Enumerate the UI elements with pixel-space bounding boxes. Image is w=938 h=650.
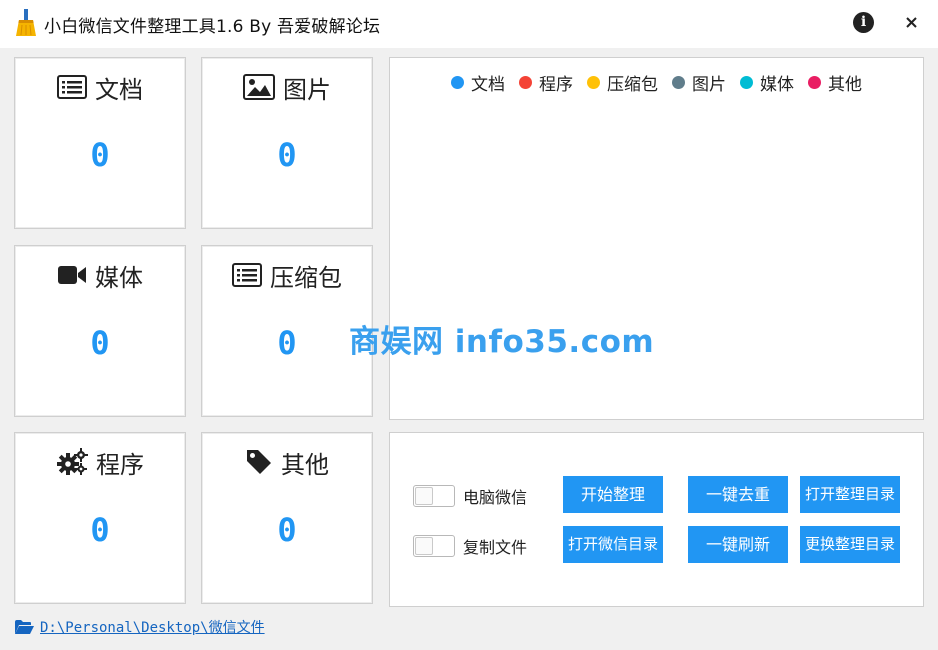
document-list-icon (57, 75, 87, 99)
legend-label: 图片 (692, 75, 726, 95)
legend-item[interactable]: 其他 (808, 70, 862, 95)
info-icon[interactable]: i (853, 12, 874, 33)
card-count: 0 (277, 136, 297, 174)
chart-legend: 文档 程序 压缩包 图片 媒体 其他 (390, 70, 923, 95)
legend-dot (808, 76, 821, 89)
legend-item[interactable]: 图片 (672, 70, 726, 95)
card-archives[interactable]: 压缩包 0 (201, 245, 373, 417)
archive-list-icon (232, 263, 262, 287)
refresh-button[interactable]: 一键刷新 (688, 526, 788, 563)
legend-dot (519, 76, 532, 89)
legend-dot (740, 76, 753, 89)
close-icon[interactable] (904, 15, 919, 30)
watermark-text: 商娱网 info35.com (349, 324, 655, 360)
card-documents[interactable]: 文档 0 (14, 57, 186, 229)
card-label: 程序 (96, 450, 144, 479)
legend-label: 文档 (471, 75, 505, 95)
card-count: 0 (90, 511, 110, 549)
footer: D:\Personal\Desktop\微信文件 (14, 617, 265, 637)
folder-path-link[interactable]: D:\Personal\Desktop\微信文件 (40, 617, 265, 637)
card-label: 文档 (95, 75, 143, 104)
legend-label: 程序 (539, 75, 573, 95)
legend-dot (672, 76, 685, 89)
legend-label: 其他 (828, 75, 862, 95)
pie-chart-panel: 文档 程序 压缩包 图片 媒体 其他 (389, 57, 924, 420)
card-count: 0 (277, 324, 297, 362)
legend-item[interactable]: 文档 (451, 70, 505, 95)
open-wechat-folder-button[interactable]: 打开微信目录 (563, 526, 663, 563)
option-pc-wechat[interactable]: 电脑微信 (413, 484, 527, 508)
title-bar: 小白微信文件整理工具1.6 By 吾爱破解论坛 i (0, 0, 938, 48)
card-programs[interactable]: 程序 0 (14, 432, 186, 604)
tag-icon (247, 450, 271, 474)
card-label: 其他 (281, 450, 329, 479)
start-organize-button[interactable]: 开始整理 (563, 476, 663, 513)
toggle-label: 电脑微信 (463, 488, 528, 507)
legend-item[interactable]: 程序 (519, 70, 573, 95)
broom-app-icon (16, 9, 36, 36)
card-others[interactable]: 其他 0 (201, 432, 373, 604)
toggle-label: 复制文件 (463, 538, 528, 557)
card-count: 0 (90, 136, 110, 174)
legend-item[interactable]: 媒体 (740, 70, 794, 95)
card-label: 图片 (283, 75, 331, 104)
card-count: 0 (90, 324, 110, 362)
image-icon (243, 74, 275, 100)
control-panel: 电脑微信 复制文件 开始整理 一键去重 打开整理目录 打开微信目录 一键刷新 更… (389, 432, 924, 607)
change-output-folder-button[interactable]: 更换整理目录 (800, 526, 900, 563)
folder-open-icon (15, 620, 34, 634)
video-camera-icon (58, 266, 86, 284)
card-label: 媒体 (95, 263, 143, 292)
toggle-switch[interactable] (413, 485, 455, 507)
window-title: 小白微信文件整理工具1.6 By 吾爱破解论坛 (44, 17, 381, 37)
card-count: 0 (277, 511, 297, 549)
option-copy-files[interactable]: 复制文件 (413, 534, 527, 558)
card-media[interactable]: 媒体 0 (14, 245, 186, 417)
toggle-switch[interactable] (413, 535, 455, 557)
card-label: 压缩包 (270, 263, 342, 292)
legend-item[interactable]: 压缩包 (587, 70, 658, 95)
legend-label: 媒体 (760, 75, 794, 95)
legend-label: 压缩包 (607, 75, 658, 95)
gears-icon (57, 448, 88, 475)
legend-dot (451, 76, 464, 89)
dedupe-button[interactable]: 一键去重 (688, 476, 788, 513)
legend-dot (587, 76, 600, 89)
open-output-folder-button[interactable]: 打开整理目录 (800, 476, 900, 513)
card-images[interactable]: 图片 0 (201, 57, 373, 229)
